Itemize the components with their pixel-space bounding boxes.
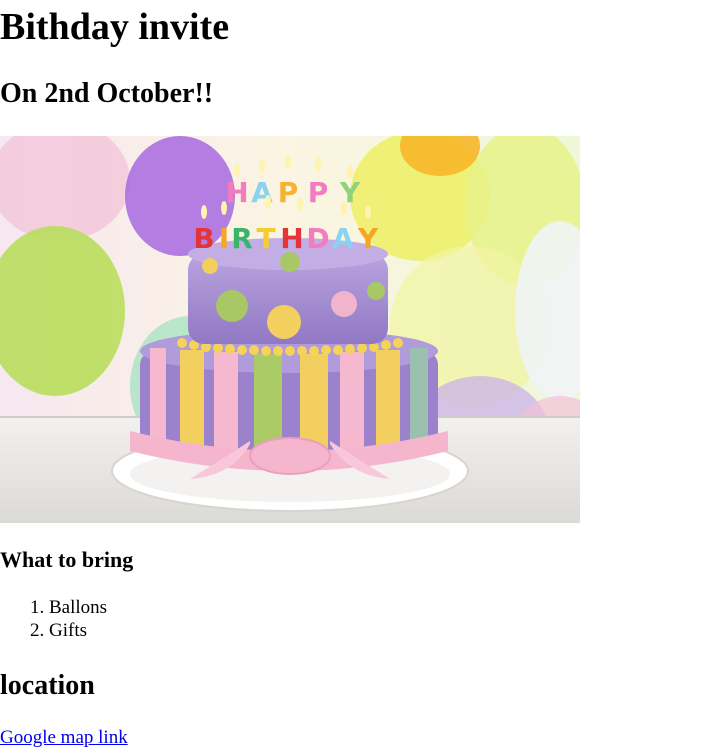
svg-text:R: R xyxy=(231,222,253,255)
google-map-link[interactable]: Google map link xyxy=(0,726,128,750)
svg-text:A: A xyxy=(332,222,354,255)
date-heading: On 2nd October!! xyxy=(0,78,214,109)
svg-text:H: H xyxy=(280,222,303,255)
birthday-cake-image: H A P P Y B I R T H D A Y xyxy=(0,136,580,523)
svg-text:H: H xyxy=(225,176,248,209)
svg-text:D: D xyxy=(306,222,329,255)
svg-text:T: T xyxy=(256,222,275,255)
what-to-bring-heading: What to bring xyxy=(0,547,134,572)
list-item: Gifts xyxy=(49,619,107,642)
svg-text:B: B xyxy=(193,222,214,255)
location-heading: location xyxy=(0,670,95,701)
svg-text:P: P xyxy=(308,176,329,209)
list-item: Ballons xyxy=(49,596,107,619)
svg-text:P: P xyxy=(278,176,299,209)
svg-text:Y: Y xyxy=(357,222,379,255)
page-title: Bithday invite xyxy=(0,6,230,48)
bring-list: Ballons Gifts xyxy=(0,596,107,642)
svg-text:I: I xyxy=(219,222,229,255)
